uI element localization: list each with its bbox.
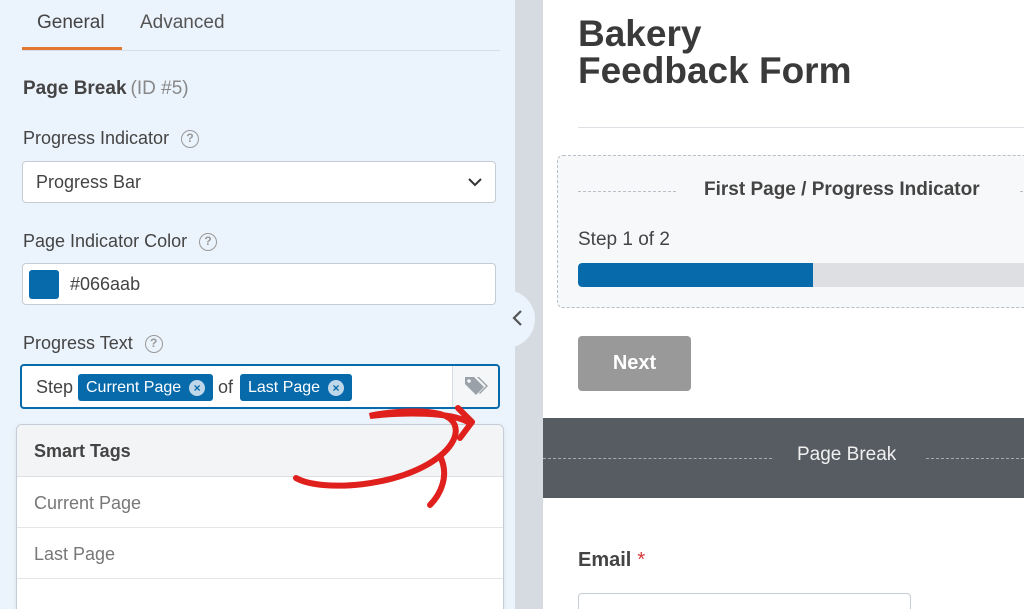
progress-text-prefix: Step [36,377,74,397]
chevron-left-icon [512,310,522,326]
progress-step-text: Step 1 of 2 [578,229,670,250]
help-icon[interactable]: ? [144,334,163,353]
required-marker: * [637,549,646,571]
dashed-divider [926,458,1024,459]
chip-label: Last Page [248,378,321,396]
progress-text-label: Progress Text ? [23,333,163,354]
dashed-divider [1020,191,1024,192]
form-title-line2: Feedback Form [578,50,852,91]
email-label-text: Email [578,549,632,571]
form-preview: Bakery Feedback Form First Page / Progre… [543,0,1024,609]
smart-tag-option-last-page[interactable]: Last Page [17,528,503,579]
title-divider [578,127,1024,128]
form-title: Bakery Feedback Form [578,15,878,89]
progress-indicator-value: Progress Bar [36,172,142,192]
email-field[interactable] [578,593,911,609]
smart-tag-chip-current-page[interactable]: Current Page × [78,374,214,401]
chip-label: Current Page [86,378,182,396]
field-id: (ID #5) [130,78,189,99]
form-title-line1: Bakery [578,13,702,54]
field-title: Page Break (ID #5) [23,78,189,100]
field-title-label: Page Break [23,78,127,99]
tab-advanced[interactable]: Advanced [140,12,225,34]
dashed-divider [543,458,772,459]
page-indicator-color-label: Page Indicator Color ? [23,231,218,252]
field-options-panel: General Advanced Page Break (ID #5) Progr… [0,0,515,609]
progress-indicator-select[interactable]: Progress Bar [22,161,496,203]
tab-general[interactable]: General [37,12,105,34]
color-swatch[interactable] [29,270,59,299]
progress-text-middle: of [218,377,234,397]
annotation-arrow-icon [293,405,475,508]
smart-tag-chip-last-page[interactable]: Last Page × [240,374,353,401]
tags-icon [465,377,488,395]
color-hex-value: #066aab [70,274,141,294]
next-button[interactable]: Next [578,336,691,391]
page-indicator-color-input[interactable]: #066aab [22,263,496,305]
progress-indicator-label-text: Progress Indicator [23,128,170,148]
progress-text-label-text: Progress Text [23,333,133,353]
page-indicator-color-label-text: Page Indicator Color [23,231,188,251]
options-tabs: General Advanced [22,0,500,51]
page-break-divider[interactable]: Page Break [543,418,1024,498]
email-field-label: Email * [578,549,645,572]
remove-tag-icon[interactable]: × [328,379,345,396]
help-icon[interactable]: ? [199,232,218,251]
progress-indicator-label: Progress Indicator ? [23,128,200,149]
help-icon[interactable]: ? [181,129,200,148]
progress-bar-track [578,263,1024,287]
progress-indicator-field[interactable]: First Page / Progress Indicator Step 1 o… [557,155,1024,308]
remove-tag-icon[interactable]: × [189,379,206,396]
chevron-down-icon [468,178,482,187]
progress-indicator-title: First Page / Progress Indicator [704,179,980,200]
active-tab-indicator [22,47,122,50]
page-break-label: Page Break [797,444,897,465]
dashed-divider [578,191,676,192]
progress-bar-fill [578,263,813,287]
